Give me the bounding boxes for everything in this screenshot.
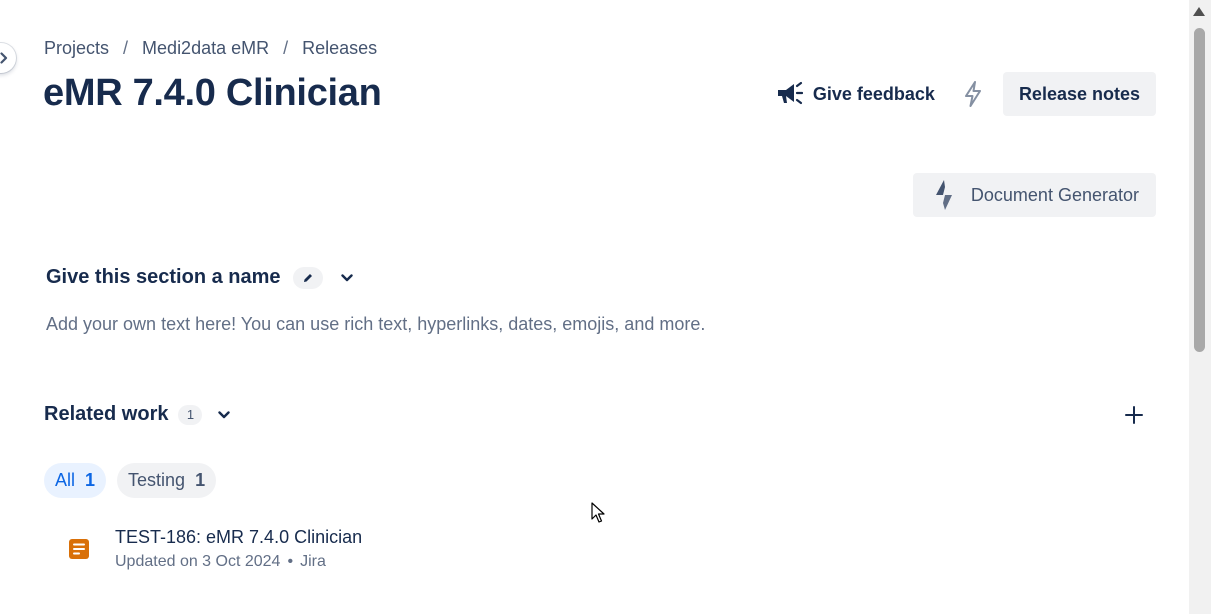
- meta-separator-dot: •: [287, 553, 294, 570]
- page-icon: [69, 539, 89, 559]
- give-feedback-button[interactable]: Give feedback: [767, 72, 943, 116]
- chevron-right-icon: [0, 52, 8, 64]
- header-actions: Give feedback Release notes: [767, 72, 1156, 116]
- related-work-header: Related work 1: [44, 403, 234, 426]
- page-title: eMR 7.4.0 Clinician: [43, 72, 382, 114]
- scrollbar-thumb[interactable]: [1194, 28, 1205, 352]
- related-work-item-title[interactable]: TEST-186: eMR 7.4.0 Clinician: [115, 525, 362, 549]
- expand-sidebar-button[interactable]: [0, 43, 16, 73]
- filter-tab-label: Testing: [128, 470, 186, 490]
- custom-section-header: Give this section a name: [46, 266, 357, 289]
- chevron-down-icon: [340, 273, 353, 281]
- chevron-down-icon: [218, 410, 231, 418]
- breadcrumb-project[interactable]: Medi2data eMR: [142, 38, 269, 59]
- related-work-item-meta: Updated on 3 Oct 2024 • Jira: [115, 553, 362, 571]
- document-generator-label: Document Generator: [970, 184, 1139, 205]
- breadcrumb-releases[interactable]: Releases: [302, 38, 377, 59]
- filter-tab-count: 1: [195, 470, 206, 490]
- filter-tab-count: 1: [85, 470, 96, 490]
- add-related-work-button[interactable]: [1122, 403, 1146, 427]
- give-feedback-label: Give feedback: [812, 83, 935, 104]
- filter-tab-all[interactable]: All 1: [44, 463, 107, 498]
- megaphone-icon: [777, 81, 803, 105]
- related-work-filter-tabs: All 1 Testing 1: [44, 463, 217, 498]
- related-work-count-badge: 1: [178, 404, 203, 425]
- plus-icon: [1125, 406, 1143, 424]
- breadcrumb-separator: /: [283, 38, 289, 58]
- section-collapse-toggle[interactable]: [337, 268, 357, 288]
- section-body-text[interactable]: Add your own text here! You can use rich…: [46, 314, 705, 335]
- document-generator-icon: [935, 180, 952, 210]
- breadcrumb-separator: /: [123, 38, 129, 58]
- filter-tab-label: All: [55, 470, 76, 490]
- document-generator-button[interactable]: Document Generator: [912, 173, 1156, 217]
- filter-tab-testing[interactable]: Testing 1: [117, 463, 217, 498]
- lightning-bolt-icon: [964, 81, 981, 107]
- related-work-item[interactable]: TEST-186: eMR 7.4.0 Clinician Updated on…: [68, 525, 362, 571]
- section-title: Give this section a name: [46, 266, 281, 288]
- related-work-collapse-toggle[interactable]: [214, 405, 234, 425]
- pencil-icon: [303, 273, 312, 282]
- breadcrumb-projects[interactable]: Projects: [44, 38, 109, 59]
- related-work-item-updated: Updated on 3 Oct 2024: [115, 553, 281, 570]
- related-work-item-source: Jira: [300, 553, 326, 570]
- breadcrumb: Projects / Medi2data eMR / Releases: [44, 38, 377, 59]
- release-notes-button[interactable]: Release notes: [1002, 72, 1156, 116]
- automation-button[interactable]: [953, 72, 993, 116]
- mouse-cursor-icon: [591, 502, 605, 523]
- scroll-up-arrow-icon[interactable]: [1193, 7, 1205, 16]
- related-work-item-text: TEST-186: eMR 7.4.0 Clinician Updated on…: [115, 525, 362, 571]
- edit-section-name-button[interactable]: [292, 266, 323, 289]
- release-page: Projects / Medi2data eMR / Releases eMR …: [0, 0, 1211, 614]
- vertical-scrollbar[interactable]: [1189, 0, 1211, 614]
- related-work-title: Related work: [44, 403, 169, 425]
